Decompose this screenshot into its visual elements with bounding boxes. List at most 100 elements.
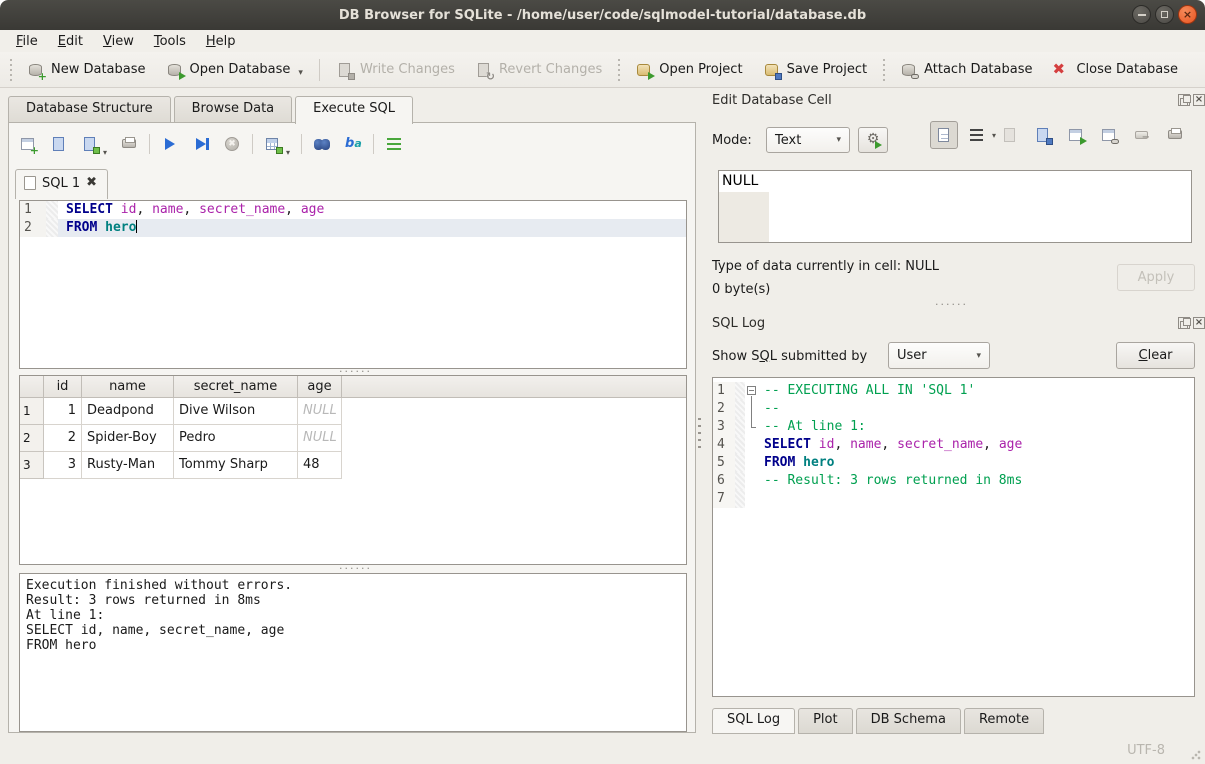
column-header-age[interactable]: age (298, 376, 342, 397)
submitted-by-combobox[interactable]: User ▾ (888, 342, 990, 369)
open-project-button[interactable]: Open Project (625, 58, 752, 82)
close-button[interactable]: × (1178, 5, 1197, 24)
code-line-5[interactable]: 5FROM hero (713, 454, 1194, 472)
export-data-icon[interactable] (1034, 127, 1052, 143)
close-panel-icon[interactable]: × (1193, 317, 1205, 329)
new-database-button[interactable]: +New Database (17, 58, 156, 82)
save-sql-dropdown-icon[interactable]: ▾ (103, 148, 107, 157)
close-tab-icon[interactable]: ✖ (86, 176, 97, 190)
bottom-tab-db-schema[interactable]: DB Schema (856, 708, 961, 734)
titlebar[interactable]: DB Browser for SQLite - /home/user/code/… (0, 0, 1205, 30)
revert-changes-button: ↻Revert Changes (465, 58, 612, 82)
word-wrap-icon[interactable] (385, 136, 403, 152)
cell[interactable]: NULL (298, 425, 342, 452)
auto-switch-mode-button[interactable]: ⚙ (858, 127, 888, 153)
menu-view[interactable]: View (93, 32, 144, 51)
mode-combobox[interactable]: Text ▾ (766, 127, 850, 153)
format-sql-icon[interactable]: ba (344, 136, 362, 152)
export-results-dropdown-icon[interactable]: ▾ (286, 148, 290, 157)
cell[interactable]: 2 (44, 425, 82, 452)
bottom-tab-plot[interactable]: Plot (798, 708, 853, 734)
vertical-splitter[interactable] (698, 418, 701, 452)
code-line-3[interactable]: 3-- At line 1: (713, 418, 1194, 436)
cell[interactable]: Dive Wilson (174, 398, 298, 425)
table-row: 22Spider-BoyPedro ParqueadorNULL (20, 425, 686, 452)
cell[interactable]: 48 (298, 452, 342, 479)
row-number[interactable]: 1 (20, 398, 44, 425)
sql-log-title: SQL Log (712, 316, 765, 331)
horizontal-splitter[interactable]: ······ (935, 302, 968, 308)
cell[interactable]: Spider-Boy (82, 425, 174, 452)
cell[interactable]: Deadpond (82, 398, 174, 425)
edit-cell-title: Edit Database Cell (712, 93, 832, 108)
print-icon[interactable] (120, 136, 138, 152)
tab-browse-data[interactable]: Browse Data (174, 96, 293, 123)
cell[interactable]: 1 (44, 398, 82, 425)
execute-line-icon[interactable] (192, 136, 210, 152)
bottom-tab-remote[interactable]: Remote (964, 708, 1044, 734)
code-line-1[interactable]: 1-- EXECUTING ALL IN 'SQL 1' (713, 382, 1194, 400)
row-number[interactable]: 3 (20, 452, 44, 479)
save-sql-file-icon[interactable] (81, 136, 99, 152)
dropdown-arrow-icon[interactable]: ▾ (298, 68, 303, 78)
gutter-hatch (735, 400, 745, 418)
export-results-icon[interactable] (264, 136, 282, 152)
toolbar-grip (881, 59, 886, 81)
minimize-button[interactable] (1132, 5, 1151, 24)
open-sql-file-icon[interactable] (50, 136, 68, 152)
code-line-6[interactable]: 6-- Result: 3 rows returned in 8ms (713, 472, 1194, 490)
tab-execute-sql[interactable]: Execute SQL (295, 96, 413, 124)
open-database-button[interactable]: Open Database▾ (156, 58, 313, 82)
code-line-2[interactable]: 2-- (713, 400, 1194, 418)
menu-tools[interactable]: Tools (144, 32, 196, 51)
sql-editor[interactable]: 1SELECT id, name, secret_name, age2FROM … (19, 200, 687, 369)
cell[interactable]: Pedro Parqueador (174, 425, 298, 452)
tab-database-structure[interactable]: Database Structure (8, 96, 171, 123)
print-cell-icon[interactable] (1166, 127, 1184, 143)
code-line-1[interactable]: 1SELECT id, name, secret_name, age (20, 201, 686, 219)
code-line-7[interactable]: 7 (713, 490, 1194, 508)
cell[interactable]: Rusty-Man (82, 452, 174, 479)
new-tab-icon[interactable]: + (19, 136, 37, 152)
attach-database-icon (900, 62, 918, 78)
find-replace-icon[interactable] (313, 136, 331, 152)
menu-help[interactable]: Help (196, 32, 246, 51)
resize-grip[interactable] (1191, 750, 1201, 760)
horizontal-splitter[interactable]: ······ (339, 566, 372, 572)
close-panel-icon[interactable]: × (1193, 94, 1205, 106)
cell[interactable]: Tommy Sharp (174, 452, 298, 479)
maximize-button[interactable] (1155, 5, 1174, 24)
copy-link-icon[interactable] (1100, 127, 1118, 143)
execute-all-icon[interactable] (161, 136, 179, 152)
line-number: 1 (20, 201, 46, 219)
clear-button[interactable]: Clear (1116, 342, 1195, 369)
code-line-2[interactable]: 2FROM hero (20, 219, 686, 237)
save-project-button[interactable]: Save Project (753, 58, 878, 82)
close-database-button[interactable]: ✖Close Database (1042, 58, 1188, 82)
float-panel-icon[interactable] (1178, 94, 1190, 106)
row-number[interactable]: 2 (20, 425, 44, 452)
text-mode-pressed[interactable] (930, 121, 958, 149)
float-panel-icon[interactable] (1178, 317, 1190, 329)
code-text: -- At line 1: (760, 418, 1194, 436)
execution-message-box[interactable]: Execution finished without errors.Result… (19, 573, 687, 732)
column-header-name[interactable]: name (82, 376, 174, 397)
cell[interactable]: NULL (298, 398, 342, 425)
column-header-secret_name[interactable]: secret_name (174, 376, 298, 397)
menu-file[interactable]: File (6, 32, 48, 51)
code-line-4[interactable]: 4SELECT id, name, secret_name, age (713, 436, 1194, 454)
open-in-app-icon[interactable] (1067, 127, 1085, 143)
cell-word-wrap-icon[interactable] (968, 127, 986, 143)
cell[interactable]: 3 (44, 452, 82, 479)
fold-margin[interactable] (745, 382, 760, 400)
menu-edit[interactable]: Edit (48, 32, 93, 51)
results-corner-cell[interactable] (20, 376, 44, 397)
bottom-tab-sql-log[interactable]: SQL Log (712, 708, 795, 734)
sql-log-editor[interactable]: 1-- EXECUTING ALL IN 'SQL 1'2--3-- At li… (712, 377, 1195, 697)
sql-document-tab[interactable]: SQL 1 ✖ (15, 169, 108, 199)
column-header-id[interactable]: id (44, 376, 82, 397)
cell-value-editor[interactable]: NULL (718, 170, 1192, 243)
line-number: 2 (713, 400, 735, 418)
attach-database-button[interactable]: Attach Database (890, 58, 1042, 82)
mode-value: Text (775, 133, 828, 148)
